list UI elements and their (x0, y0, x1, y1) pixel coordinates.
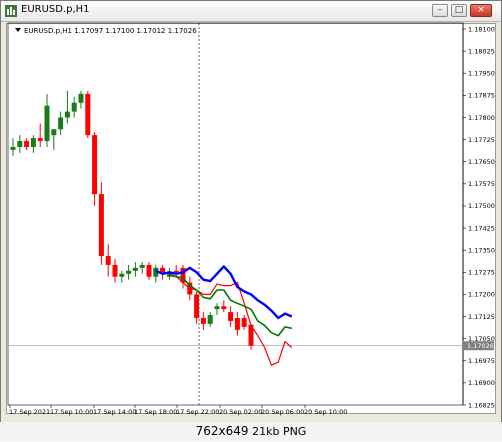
x-tick-label: 17 Sep 18:00 (134, 408, 177, 416)
x-tick-label: 17 Sep 22:00 (176, 408, 219, 416)
candle-body (200, 318, 206, 324)
candle-body (98, 194, 104, 257)
candle-body (207, 315, 213, 324)
plot-frame (7, 22, 464, 406)
candle-body (51, 129, 57, 136)
candle-body (228, 312, 234, 321)
y-tick-label: 1.18100 (468, 25, 495, 33)
caption-dimensions: 762x649 (195, 424, 249, 438)
current-price-label: 1.17026 (467, 342, 494, 350)
candle-body (112, 264, 118, 277)
candle-body (132, 267, 138, 271)
y-tick-label: 1.16825 (468, 401, 495, 409)
candle-body (139, 264, 145, 268)
y-tick-label: 1.16975 (468, 357, 495, 365)
candle-body (10, 146, 16, 150)
y-tick-label: 1.17200 (468, 291, 495, 299)
candle-body (58, 117, 64, 130)
candle-body (64, 111, 70, 118)
candle-body (214, 306, 220, 310)
x-tick-label: 20 Sep 06:00 (261, 408, 304, 416)
y-tick-label: 1.17425 (468, 224, 495, 232)
y-tick-label: 1.18025 (468, 47, 495, 55)
candle-body (71, 102, 77, 112)
candle-body (126, 270, 132, 274)
candle-body (17, 141, 23, 147)
candle-body (37, 138, 43, 142)
candle-body (241, 318, 247, 327)
y-tick-label: 1.17500 (468, 202, 495, 210)
candle-body (92, 135, 98, 195)
y-tick-label: 1.17725 (468, 136, 495, 144)
caption-format: PNG (282, 425, 307, 438)
y-tick-label: 1.17575 (468, 180, 495, 188)
price-chart[interactable]: 1.18100 1.18025 1.17950 1.17875 1.17800 1.177… (1, 1, 502, 442)
y-tick-label: 1.17275 (468, 269, 495, 277)
y-tick-label: 1.16900 (468, 379, 495, 387)
candle-body (221, 306, 227, 310)
chart-window: EURUSD.p,H1 – □ × EURUSD.p,H1 1.17097 1.… (0, 0, 502, 441)
candle-body (30, 138, 36, 147)
y-tick-label: 1.17350 (468, 246, 495, 254)
candle-body (44, 105, 50, 142)
candle-body (119, 273, 125, 277)
candle-body (78, 93, 84, 103)
caption-size: 21kb (252, 425, 280, 438)
x-tick-label: 17 Sep 14:00 (93, 408, 136, 416)
x-tick-label: 17 Sep 2021 (9, 408, 50, 416)
y-tick-label: 1.17875 (468, 92, 495, 100)
candle-body (194, 294, 200, 319)
candle-body (234, 318, 240, 330)
x-tick-label: 17 Sep 10:00 (50, 408, 93, 416)
image-caption: 762x649 21kb PNG (0, 422, 502, 441)
x-tick-label: 20 Sep 02:00 (219, 408, 262, 416)
candle-body (85, 93, 91, 136)
x-tick-label: 20 Sep 10:00 (304, 408, 347, 416)
y-tick-label: 1.17800 (468, 114, 495, 122)
candle-body (146, 264, 152, 277)
candle-body (105, 256, 111, 265)
y-tick-label: 1.17950 (468, 70, 495, 78)
y-tick-label: 1.17650 (468, 158, 495, 166)
candle-body (24, 141, 30, 147)
y-tick-label: 1.17125 (468, 313, 495, 321)
